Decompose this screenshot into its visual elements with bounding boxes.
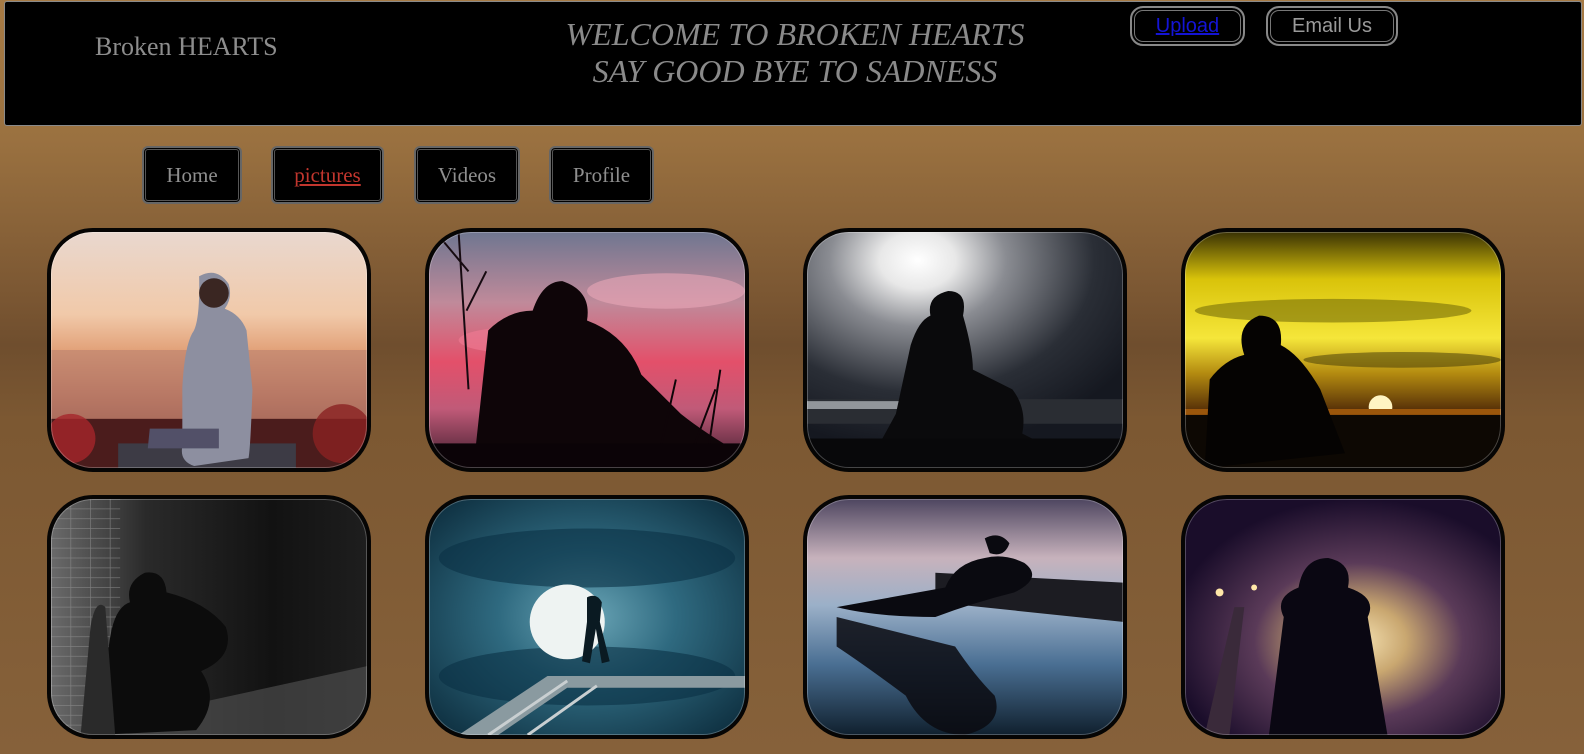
nav-home-button[interactable]: Home [142, 146, 242, 204]
picture-card-moon-bridge[interactable] [425, 495, 749, 739]
picture-pink-clouds [429, 232, 745, 468]
upload-button[interactable]: Upload [1130, 6, 1245, 46]
picture-headlights [1185, 499, 1501, 735]
welcome-line-1: WELCOME TO BROKEN HEARTS [565, 16, 1025, 52]
picture-card-dock-reflection[interactable] [803, 495, 1127, 739]
nav-videos-button[interactable]: Videos [414, 146, 520, 204]
picture-moon-sea [807, 232, 1123, 468]
picture-card-headlights[interactable] [1181, 495, 1505, 739]
picture-card-sunset-bench[interactable] [47, 228, 371, 472]
email-us-button[interactable]: Email Us [1266, 6, 1398, 46]
picture-brick-wall [51, 499, 367, 735]
picture-card-yellow-sunset[interactable] [1181, 228, 1505, 472]
picture-card-moon-sea[interactable] [803, 228, 1127, 472]
picture-card-pink-clouds[interactable] [425, 228, 749, 472]
welcome-line-2: SAY GOOD BYE TO SADNESS [592, 53, 998, 89]
picture-yellow-sunset [1185, 232, 1501, 468]
welcome-banner: WELCOME TO BROKEN HEARTS SAY GOOD BYE TO… [495, 16, 1095, 90]
picture-moon-bridge [429, 499, 745, 735]
nav-profile-button[interactable]: Profile [549, 146, 654, 204]
picture-dock-reflection [807, 499, 1123, 735]
nav-pictures-button[interactable]: pictures [271, 146, 384, 204]
picture-card-brick-wall[interactable] [47, 495, 371, 739]
picture-sunset-bench [51, 232, 367, 468]
site-brand: Broken HEARTS [95, 32, 278, 61]
